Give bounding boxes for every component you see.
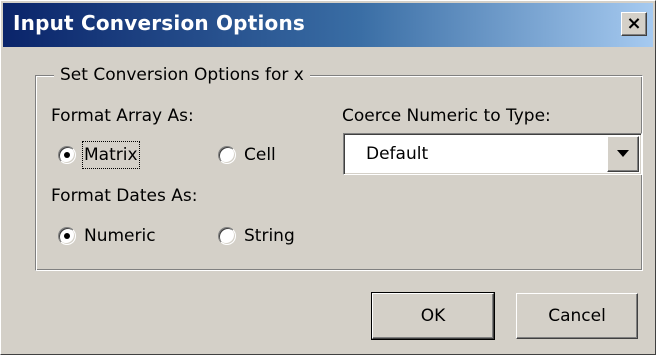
coerce-type-select[interactable]: Default: [343, 133, 642, 175]
radio-cell-label: Cell: [244, 145, 276, 165]
radio-matrix-indicator[interactable]: [58, 146, 76, 164]
dropdown-button[interactable]: [607, 136, 639, 172]
chevron-down-icon: [617, 150, 629, 157]
group-legend: Set Conversion Options for x: [54, 63, 310, 87]
radio-numeric-label: Numeric: [84, 226, 156, 246]
coerce-type-value: Default: [366, 144, 429, 164]
close-icon: ×: [626, 13, 642, 34]
radio-matrix[interactable]: Matrix: [58, 141, 140, 169]
radio-numeric[interactable]: Numeric: [58, 224, 156, 248]
title-bar: Input Conversion Options ×: [3, 3, 653, 47]
format-array-label: Format Array As:: [51, 106, 194, 126]
radio-string[interactable]: String: [218, 224, 295, 248]
radio-string-indicator[interactable]: [218, 227, 236, 245]
radio-cell-indicator[interactable]: [218, 146, 236, 164]
radio-numeric-indicator[interactable]: [58, 227, 76, 245]
ok-button[interactable]: OK: [371, 292, 495, 340]
radio-string-label: String: [244, 226, 295, 246]
input-conversion-options-dialog: Input Conversion Options × Set Conversio…: [0, 0, 656, 355]
coerce-numeric-label: Coerce Numeric to Type:: [342, 106, 551, 126]
ok-button-label: OK: [420, 306, 446, 326]
radio-cell[interactable]: Cell: [218, 143, 276, 167]
radio-matrix-label: Matrix: [82, 141, 140, 169]
window-title: Input Conversion Options: [13, 11, 305, 35]
format-dates-label: Format Dates As:: [51, 186, 198, 206]
close-button[interactable]: ×: [621, 12, 647, 36]
cancel-button-label: Cancel: [548, 306, 606, 326]
cancel-button[interactable]: Cancel: [516, 293, 638, 339]
